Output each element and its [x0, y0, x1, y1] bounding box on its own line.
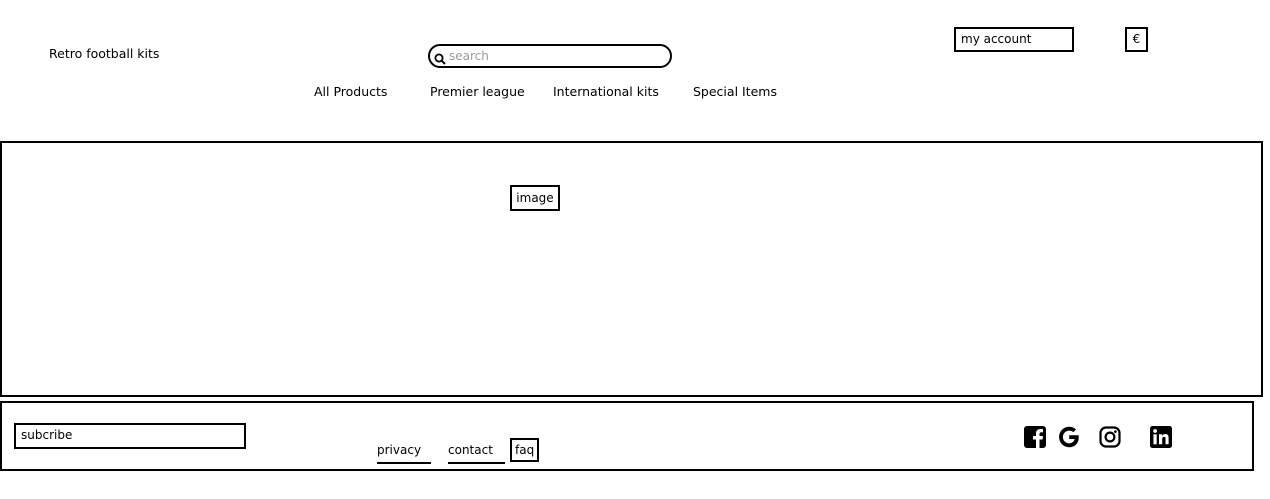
search-bar[interactable]	[428, 44, 672, 68]
hero-image-placeholder: image	[510, 185, 560, 211]
linkedin-icon[interactable]	[1149, 425, 1173, 449]
subscribe-field[interactable]: subcribe	[14, 423, 246, 449]
nav-special-items[interactable]: Special Items	[693, 84, 777, 100]
hero-banner	[0, 141, 1263, 397]
nav-premier-league[interactable]: Premier league	[430, 84, 525, 100]
google-icon[interactable]	[1057, 425, 1081, 449]
nav-international-kits[interactable]: International kits	[553, 84, 659, 100]
my-account-button[interactable]: my account	[954, 27, 1074, 52]
brand-name[interactable]: Retro football kits	[49, 46, 159, 62]
currency-button[interactable]: €	[1125, 27, 1148, 52]
footer-link-contact[interactable]: contact	[448, 442, 505, 464]
nav-all-products[interactable]: All Products	[314, 84, 387, 100]
facebook-icon[interactable]	[1023, 425, 1047, 449]
footer-link-faq[interactable]: faq	[510, 438, 540, 462]
footer-link-privacy[interactable]: privacy	[377, 442, 431, 464]
search-icon	[434, 50, 446, 65]
instagram-icon[interactable]	[1098, 425, 1122, 449]
search-input[interactable]	[449, 47, 659, 65]
